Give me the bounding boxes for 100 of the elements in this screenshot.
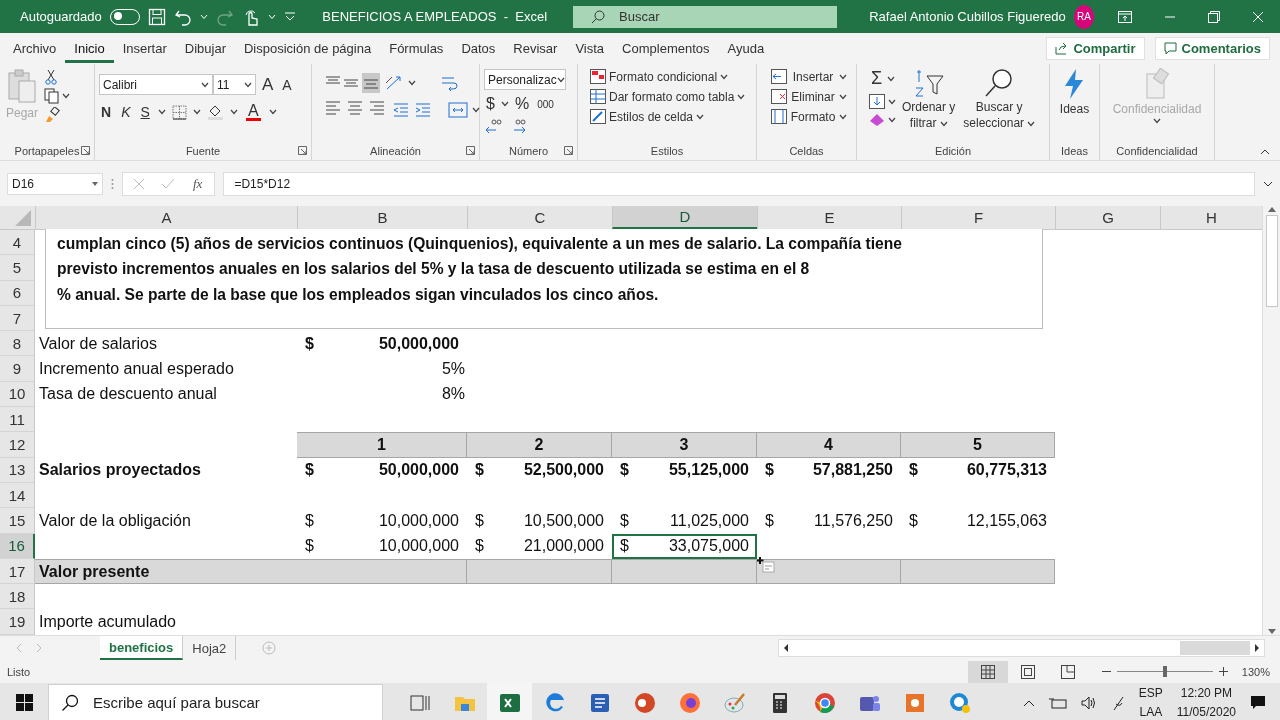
caret-icon[interactable]	[696, 113, 705, 120]
caret-icon[interactable]	[157, 109, 166, 115]
ribbon-tab[interactable]: Dibujar	[175, 34, 235, 63]
row-number[interactable]: 6	[0, 280, 35, 306]
dialog-launcher-icon[interactable]	[466, 146, 475, 155]
caret-icon[interactable]	[92, 181, 98, 186]
horizontal-scrollbar[interactable]	[778, 639, 1265, 658]
caret-icon[interactable]	[244, 81, 252, 88]
restore-icon[interactable]	[1208, 10, 1220, 23]
font-size-field[interactable]: 11	[213, 74, 256, 95]
caret-icon[interactable]	[737, 93, 746, 100]
underline-button[interactable]: S	[138, 103, 152, 121]
battery-icon[interactable]	[1048, 696, 1067, 709]
comments-button[interactable]: Comentarios	[1154, 37, 1270, 60]
taskbar-app[interactable]	[487, 682, 532, 720]
styles-menu-button[interactable]: Dar formato como tabla	[588, 88, 748, 105]
language-indicator[interactable]: ESP LAA	[1138, 683, 1163, 720]
eraser-icon[interactable]	[869, 113, 885, 127]
zoom-slider-thumb[interactable]	[1162, 666, 1167, 678]
caret-icon[interactable]	[229, 109, 238, 115]
row-number[interactable]: 4	[0, 230, 35, 256]
caret-icon[interactable]	[939, 120, 948, 127]
caret-icon[interactable]	[201, 81, 209, 88]
borders-icon[interactable]	[171, 104, 187, 120]
row-number[interactable]: 15	[0, 508, 35, 534]
ribbon-tab[interactable]: Datos	[452, 34, 505, 63]
ribbon-tab[interactable]: Fórmulas	[380, 34, 453, 63]
percent-button[interactable]: %	[512, 94, 532, 114]
dialog-launcher-icon[interactable]	[81, 146, 90, 155]
taskbar-search-box[interactable]: Escribe aquí para buscar	[48, 683, 383, 720]
format-painter-icon[interactable]	[44, 107, 61, 123]
fill-down-icon[interactable]	[869, 94, 885, 109]
row-number[interactable]: 9	[0, 356, 35, 382]
row-number[interactable]: 7	[0, 305, 35, 332]
caret-icon[interactable]	[1027, 120, 1036, 127]
ribbon-tab[interactable]: Disposición de página	[235, 34, 381, 63]
view-button[interactable]	[967, 660, 1008, 683]
increase-decimal-icon[interactable]	[484, 118, 502, 134]
zoom-in-icon[interactable]	[1218, 667, 1228, 677]
ribbon-display-icon[interactable]	[1118, 10, 1132, 23]
wrap-text-icon[interactable]	[440, 74, 458, 92]
number-format-field[interactable]: Personalizac	[484, 69, 566, 90]
notification-icon[interactable]	[1250, 694, 1266, 711]
formula-field[interactable]: =D15*D12	[223, 171, 1255, 196]
quick-analysis-icon[interactable]	[757, 557, 775, 573]
row-number[interactable]: 16	[0, 533, 35, 559]
italic-button[interactable]: K	[119, 103, 133, 121]
row-number[interactable]: 8	[0, 331, 35, 357]
grow-font-button[interactable]: A	[259, 74, 277, 95]
cut-icon[interactable]	[44, 69, 59, 85]
column-header[interactable]: D	[612, 206, 757, 229]
user-avatar[interactable]: RA	[1073, 4, 1094, 29]
font-color-button[interactable]: A	[243, 103, 263, 121]
row-number[interactable]: 5	[0, 255, 35, 281]
shrink-font-button[interactable]: A	[279, 76, 295, 93]
thousands-button[interactable]: 000	[535, 97, 556, 111]
share-button[interactable]: Compartir	[1046, 37, 1145, 60]
cells-menu-button[interactable]: Insertar	[769, 68, 849, 85]
increase-indent-icon[interactable]	[414, 101, 432, 119]
column-header[interactable]: G	[1055, 206, 1160, 229]
caret-icon[interactable]	[888, 117, 896, 123]
currency-button[interactable]: $	[484, 94, 497, 114]
caret-icon[interactable]	[839, 113, 847, 120]
chevron-up-icon[interactable]	[1022, 698, 1035, 707]
search-box[interactable]: Buscar	[573, 5, 838, 28]
collapse-ribbon-icon[interactable]	[1260, 149, 1270, 155]
save-icon[interactable]	[148, 7, 167, 26]
font-name-field[interactable]: Calibri	[99, 74, 213, 95]
caret-icon[interactable]	[720, 73, 729, 80]
ribbon-tab[interactable]: Insertar	[113, 34, 176, 63]
caret-icon[interactable]	[62, 93, 71, 99]
caret-icon[interactable]	[556, 76, 565, 83]
insert-function-button[interactable]: fx	[191, 174, 205, 193]
ideas-button[interactable]: Ideas	[1057, 67, 1092, 142]
row-number[interactable]: 19	[0, 609, 35, 635]
clock[interactable]: 12:20 PM 11/05/2020	[1176, 683, 1236, 720]
caret-icon[interactable]	[268, 109, 277, 115]
ribbon-tab[interactable]: Ayuda	[718, 34, 774, 63]
caret-icon[interactable]	[472, 107, 480, 113]
ribbon-tab[interactable]: Complementos	[613, 34, 719, 63]
dialog-launcher-icon[interactable]	[298, 146, 307, 155]
caret-icon[interactable]	[500, 101, 509, 107]
caret-icon[interactable]	[888, 98, 896, 105]
ribbon-tab[interactable]: Archivo	[4, 34, 66, 63]
styles-menu-button[interactable]: Formato condicional	[588, 68, 748, 85]
ribbon-tab[interactable]: Revisar	[504, 34, 567, 63]
search-field[interactable]: Buscar	[617, 8, 822, 25]
cells-menu-button[interactable]: Formato	[769, 108, 849, 125]
bold-button[interactable]: N	[99, 103, 114, 121]
row-number[interactable]: 10	[0, 381, 35, 408]
caret-icon[interactable]	[887, 75, 896, 82]
scroll-up-icon[interactable]	[1267, 206, 1276, 212]
find-select-button[interactable]: Buscar y seleccionar	[961, 67, 1038, 142]
row-number[interactable]: 13	[0, 457, 35, 483]
styles-menu-button[interactable]: Estilos de celda	[588, 108, 748, 125]
scrollbar-thumb[interactable]	[1265, 215, 1278, 307]
orientation-icon[interactable]	[384, 74, 404, 92]
sheet-tab[interactable]: beneficios	[100, 636, 184, 661]
row-number[interactable]: 14	[0, 482, 35, 509]
ribbon-tab[interactable]: Vista	[566, 34, 614, 63]
